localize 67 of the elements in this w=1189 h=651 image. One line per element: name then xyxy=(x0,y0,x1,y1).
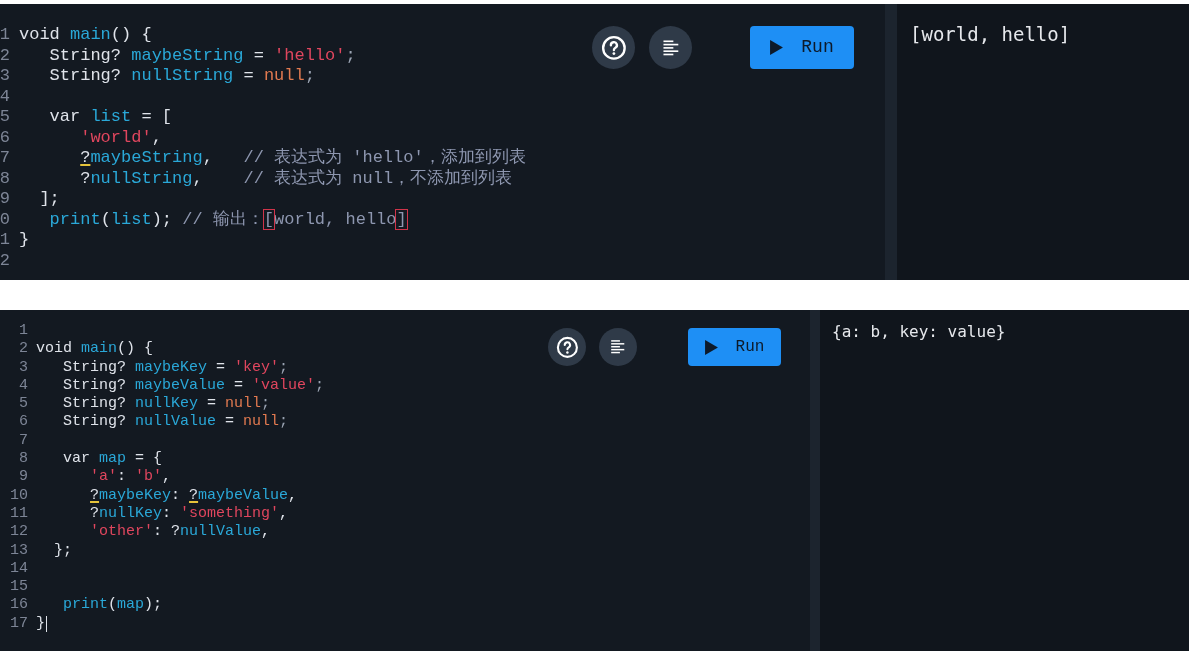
code-line: } xyxy=(36,614,45,634)
code-line: ?maybeKey: ?maybeValue, xyxy=(89,486,298,505)
line-number: 7 xyxy=(19,431,28,451)
help-icon xyxy=(555,335,579,359)
line-number: 15 xyxy=(10,578,28,597)
code-line: ?nullString, // 表达式为 null，不添加到列表 xyxy=(79,168,513,189)
line-number: 8 xyxy=(19,450,28,469)
format-button[interactable] xyxy=(649,26,692,69)
help-icon xyxy=(600,34,627,61)
line-number: 1 xyxy=(0,230,10,251)
line-number: 14 xyxy=(10,559,28,579)
line-number: 4 xyxy=(19,376,28,396)
console-output: {a: b, key: value} xyxy=(832,322,1006,341)
line-number: 13 xyxy=(10,541,28,560)
code-line: String? maybeString = 'hello'; xyxy=(48,45,356,66)
line-number: 5 xyxy=(0,107,10,128)
line-number: 2 xyxy=(0,45,10,66)
code-line: var list = [ xyxy=(48,107,173,128)
code-line: void main() { xyxy=(19,25,152,46)
code-line: ?nullKey: 'something', xyxy=(89,504,289,524)
run-button[interactable]: Run xyxy=(750,26,854,69)
console-output: [world, hello] xyxy=(910,23,1071,45)
line-number: 1 xyxy=(0,25,10,46)
code-line: String? maybeValue = 'value'; xyxy=(62,376,325,396)
splitter-handle[interactable] xyxy=(810,310,820,651)
code-line: 'world', xyxy=(79,127,162,148)
code-line: 'other': ?nullValue, xyxy=(89,523,271,542)
run-button[interactable]: Run xyxy=(688,328,781,366)
code-line: print(map); xyxy=(62,596,163,615)
line-number: 3 xyxy=(0,66,10,87)
code-line: void main() { xyxy=(36,340,154,359)
code-line: ?maybeString, // 表达式为 'hello'，添加到列表 xyxy=(79,148,526,169)
line-number: 17 xyxy=(10,614,28,634)
align-left-icon xyxy=(609,338,627,356)
line-number: 11 xyxy=(10,504,28,524)
code-line: String? nullString = null; xyxy=(48,66,315,87)
line-number: 2 xyxy=(0,250,10,271)
line-number: 2 xyxy=(19,340,28,359)
line-number: 9 xyxy=(19,468,28,487)
line-number: 16 xyxy=(10,596,28,615)
help-button[interactable] xyxy=(592,26,635,69)
code-line: String? nullValue = null; xyxy=(62,413,289,432)
line-number: 4 xyxy=(0,86,10,107)
code-line: var map = { xyxy=(62,450,163,469)
help-button[interactable] xyxy=(548,328,586,366)
line-number: 5 xyxy=(19,395,28,414)
line-number: 1 xyxy=(19,322,28,341)
line-number: 6 xyxy=(0,127,10,148)
line-number: 0 xyxy=(0,209,10,230)
play-icon xyxy=(770,40,784,55)
code-line: } xyxy=(19,230,30,251)
line-number: 7 xyxy=(0,148,10,169)
play-icon xyxy=(704,339,718,355)
code-line: }; xyxy=(53,541,73,560)
code-line: String? maybeKey = 'key'; xyxy=(62,358,289,377)
code-line: 'a': 'b', xyxy=(89,468,172,487)
line-number: 9 xyxy=(0,189,10,210)
line-number: 12 xyxy=(10,523,28,542)
align-left-icon xyxy=(660,37,681,58)
line-number: 6 xyxy=(19,413,28,432)
line-number: 3 xyxy=(19,358,28,377)
code-line: ]; xyxy=(38,189,60,210)
splitter-handle[interactable] xyxy=(885,4,897,280)
line-number: 10 xyxy=(10,486,28,505)
format-button[interactable] xyxy=(599,328,637,366)
line-number: 8 xyxy=(0,168,10,189)
code-line: String? nullKey = null; xyxy=(62,395,271,414)
